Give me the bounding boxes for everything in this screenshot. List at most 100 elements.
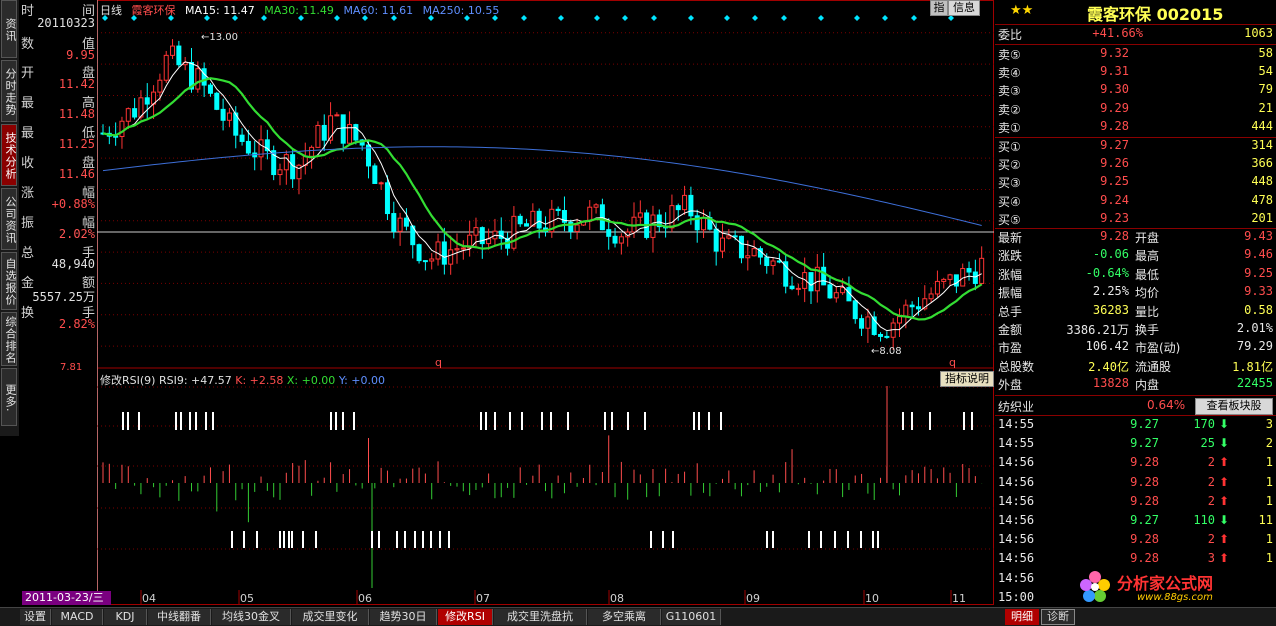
indicator-tab-2[interactable]: KDJ	[104, 609, 147, 625]
candle-body	[132, 108, 138, 118]
sell-row-1-1: 9.31	[1100, 64, 1129, 79]
info-button[interactable]: 信息	[948, 0, 980, 16]
tick-volume: 2	[1207, 493, 1215, 508]
candle-body	[795, 287, 801, 290]
candle-body	[637, 212, 643, 218]
candle-body	[524, 223, 530, 227]
tick-volume: 110	[1193, 513, 1215, 527]
kline-chart[interactable]: +28.52+16.67+4.52-7.63-19.77040506070809…	[97, 0, 994, 605]
sell-row-3-0: 卖②	[998, 102, 1021, 117]
stat-row-8: 外盘 13828 内盘 22455	[995, 376, 1276, 394]
q-marker: q	[949, 356, 956, 369]
stat-row-0-3: 9.43	[1244, 229, 1273, 243]
tick-row: 14:56 9.27 110 ⬇ 11	[995, 513, 1276, 531]
candle-body	[688, 194, 694, 217]
tick-time: 14:56	[998, 532, 1035, 547]
rsi-k: K: +2.58	[235, 374, 284, 387]
indicator-tab-1[interactable]: MACD	[52, 609, 103, 625]
x-tick-label: 07	[476, 592, 490, 605]
ma60-label: MA60: 11.61	[343, 4, 414, 17]
side-tab-6[interactable]: 更多.	[1, 368, 17, 426]
stat-row-7-0: 总股数	[998, 359, 1035, 374]
sell-row-2-0: 卖③	[998, 84, 1021, 99]
side-tab-3[interactable]: 公司资讯	[1, 188, 17, 250]
x-tick-label: 11	[952, 592, 966, 605]
indicator-tab-0[interactable]: 设置	[20, 609, 51, 625]
candle-body	[827, 284, 833, 299]
arrow-up-icon: ⬆	[1219, 455, 1230, 470]
candle-body	[125, 108, 131, 122]
candle-body	[391, 213, 397, 232]
indicator-tab-7[interactable]: 修改RSI	[438, 609, 493, 625]
ma15-label: MA15: 11.47	[185, 4, 255, 17]
stat-row-5-0: 金额	[998, 323, 1023, 337]
signal-diamond	[882, 15, 888, 21]
stat-row-8-3: 22455	[1236, 376, 1273, 391]
tick-time: 14:56	[998, 493, 1035, 508]
side-tab-4[interactable]: 自选报价	[1, 252, 17, 310]
candle-body	[650, 214, 656, 238]
chart-header: 日线 霞客环保 MA15: 11.47 MA30: 11.49 MA60: 11…	[100, 2, 505, 17]
candle-body	[738, 235, 744, 259]
tab-diagnose[interactable]: 诊断	[1041, 609, 1075, 625]
stat-row-1-0: 涨跌	[998, 249, 1023, 264]
side-tab-5[interactable]: 综合排名	[1, 312, 17, 366]
sell-row-3: 卖② 9.29 21	[995, 101, 1276, 119]
indicator-tab-3[interactable]: 中线翻番	[148, 609, 211, 625]
candle-body	[859, 318, 865, 329]
indicator-tab-4[interactable]: 均线30金叉	[212, 609, 291, 625]
stat-row-7-1: 2.40亿	[1088, 359, 1129, 374]
buy-row-2-2: 448	[1251, 174, 1273, 189]
tick-time: 14:55	[998, 436, 1035, 451]
side-tab-0[interactable]: 资讯	[1, 0, 17, 58]
candle-body	[574, 224, 580, 232]
indicator-tab-10[interactable]: G110601	[662, 609, 721, 625]
stat-row-1-3: 9.46	[1244, 247, 1273, 262]
side-tab-1[interactable]: 分时走势	[1, 60, 17, 122]
candle-body	[163, 54, 169, 81]
buy-row-3-2: 478	[1251, 192, 1273, 207]
candle-body	[353, 124, 359, 141]
tick-time: 14:56	[998, 570, 1035, 585]
tick-count: 11	[1258, 513, 1273, 527]
side-tab-2[interactable]: 技术分析	[1, 124, 17, 186]
candle-body	[119, 120, 125, 138]
rsi-header: 修改RSI(9) RSI9: +47.57 K: +2.58 X: +0.00 …	[100, 372, 385, 388]
sell-row-4-2: 444	[1251, 118, 1273, 133]
tab-detail[interactable]: 明细	[1005, 609, 1039, 625]
tick-price: 9.28	[1130, 551, 1159, 566]
x-tick-label: 08	[610, 592, 624, 605]
candle-body	[606, 229, 612, 237]
candle-body	[441, 241, 447, 265]
sell-row-1: 卖④ 9.31 54	[995, 64, 1276, 82]
buy-row-0-1: 9.27	[1100, 138, 1129, 152]
buy-row-4-2: 201	[1251, 210, 1273, 225]
q-marker: q	[435, 356, 442, 369]
candle-body	[682, 194, 688, 211]
indicator-tab-5[interactable]: 成交里变化	[292, 609, 369, 625]
indicator-tab-9[interactable]: 多空乘离	[588, 609, 661, 625]
webi-value: +41.66%	[1092, 26, 1143, 40]
candle-body	[770, 260, 776, 267]
stat-row-7-3: 1.81亿	[1232, 359, 1273, 374]
sell-row-4: 卖① 9.28 444	[995, 119, 1276, 137]
signal-diamond	[594, 15, 600, 21]
zhi-button[interactable]: 指	[930, 0, 948, 16]
indicator-tab-8[interactable]: 成交里洗盘抗	[494, 609, 587, 625]
bar-open: 11.42	[58, 77, 95, 91]
indicator-tab-6[interactable]: 趋势30日	[370, 609, 437, 625]
stat-row-7: 总股数 2.40亿 流通股 1.81亿	[995, 358, 1276, 376]
view-sector-button[interactable]: 查看板块股	[1195, 398, 1273, 415]
buy-row-4-0: 买⑤	[998, 212, 1021, 227]
buy-row-2: 买③ 9.25 448	[995, 174, 1276, 192]
stat-row-8-2: 内盘	[1135, 378, 1160, 393]
bar-high: 11.48	[58, 107, 95, 121]
bar-value: 9.95	[66, 48, 95, 62]
stat-row-2-2: 最低	[1135, 267, 1160, 282]
indicator-explain-button[interactable]: 指标说明	[940, 371, 994, 387]
tick-count: 3	[1265, 417, 1273, 431]
logo-text: 分析家公式网	[1117, 574, 1214, 593]
tick-volume: 2	[1207, 532, 1215, 547]
candle-body	[909, 304, 915, 308]
candle-body	[840, 287, 846, 294]
